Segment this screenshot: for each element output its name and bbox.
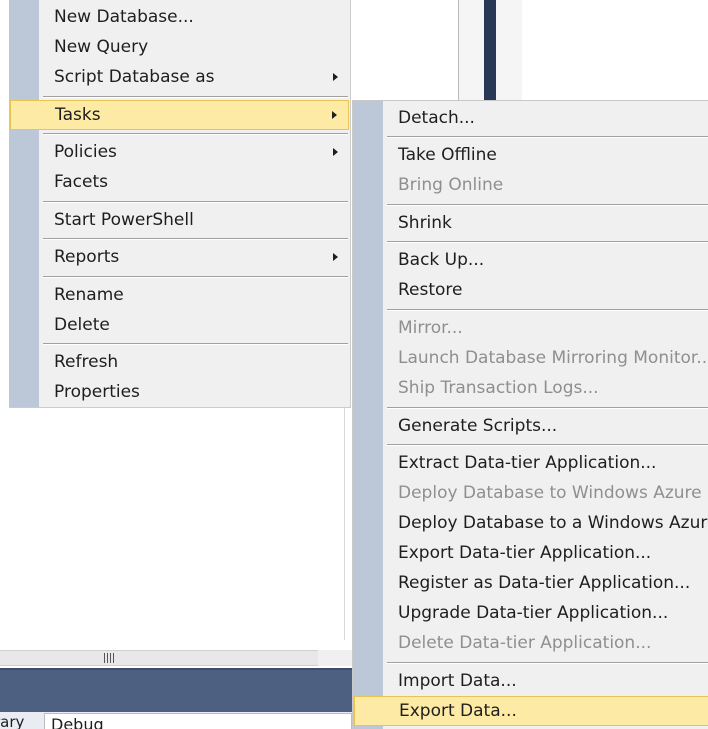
menu-item-tasks[interactable]: Tasks <box>10 100 349 130</box>
menu-item-label: Register as Data-tier Application... <box>398 573 691 593</box>
menu-separator <box>43 201 348 203</box>
menu-item-label: Script Database as <box>54 67 215 87</box>
menu-item-label: Export Data... <box>399 701 517 721</box>
menu-item-label: Back Up... <box>398 250 485 270</box>
menu-separator <box>43 343 348 345</box>
menu-item-label: Ship Transaction Logs... <box>398 378 599 398</box>
object-explorer-tree <box>0 408 352 650</box>
submenu-item-shrink[interactable]: Shrink <box>353 208 708 238</box>
menu-item-policies[interactable]: Policies <box>9 137 350 167</box>
menu-separator <box>387 444 708 446</box>
tree-pane-border <box>344 408 345 640</box>
submenu-item-detach[interactable]: Detach... <box>353 103 708 133</box>
menu-item-properties[interactable]: Properties <box>9 377 350 407</box>
menu-item-label: Generate Scripts... <box>398 416 558 436</box>
menu-separator <box>387 136 708 138</box>
properties-row-label: rary <box>0 713 25 729</box>
menu-item-label: Delete <box>54 315 110 335</box>
submenu-item-generate-scripts[interactable]: Generate Scripts... <box>353 411 708 441</box>
horizontal-scrollbar[interactable] <box>0 650 318 666</box>
menu-item-label: Tasks <box>55 105 101 125</box>
menu-separator <box>387 241 708 243</box>
menu-item-label: Deploy Database to Windows Azure SQL Dat… <box>398 483 708 503</box>
menu-item-label: Upgrade Data-tier Application... <box>398 603 669 623</box>
vertical-tab-strip <box>484 0 496 100</box>
menu-separator <box>43 238 348 240</box>
submenu-item-register-data-tier[interactable]: Register as Data-tier Application... <box>353 568 708 598</box>
menu-item-label: Detach... <box>398 108 475 128</box>
menu-separator <box>43 133 348 135</box>
menu-item-label: Bring Online <box>398 175 504 195</box>
menu-item-refresh[interactable]: Refresh <box>9 347 350 377</box>
menu-item-reports[interactable]: Reports <box>9 242 350 272</box>
menu-item-label: Launch Database Mirroring Monitor... <box>398 348 708 368</box>
submenu-item-ship-transaction-logs: Ship Transaction Logs... <box>353 373 708 403</box>
database-context-menu: New Database... New Query Script Databas… <box>9 0 351 408</box>
submenu-item-export-data-tier[interactable]: Export Data-tier Application... <box>353 538 708 568</box>
menu-item-label: Facets <box>54 172 108 192</box>
submenu-item-deploy-azure-sql: Deploy Database to Windows Azure SQL Dat… <box>353 478 708 508</box>
document-area <box>522 0 708 100</box>
tasks-submenu: Detach... Take Offline Bring Online Shri… <box>352 100 708 729</box>
submenu-item-bring-online: Bring Online <box>353 170 708 200</box>
menu-item-label: Properties <box>54 382 140 402</box>
menu-item-label: New Query <box>54 37 149 57</box>
menu-item-label: Extract Data-tier Application... <box>398 453 657 473</box>
menu-item-label: New Database... <box>54 7 194 27</box>
menu-item-label: Delete Data-tier Application... <box>398 633 652 653</box>
submenu-arrow-icon <box>333 148 338 156</box>
menu-item-label: Deploy Database to a Windows Azure VM... <box>398 513 708 533</box>
menu-item-label: Rename <box>54 285 124 305</box>
submenu-item-import-data[interactable]: Import Data... <box>353 666 708 696</box>
submenu-item-deploy-azure-vm[interactable]: Deploy Database to a Windows Azure VM... <box>353 508 708 538</box>
menu-item-label: Import Data... <box>398 671 517 691</box>
ssms-window: rary Debug New Database... New Query Scr… <box>0 0 708 729</box>
submenu-arrow-icon <box>333 253 338 261</box>
menu-item-label: Shrink <box>398 213 452 233</box>
menu-item-delete[interactable]: Delete <box>9 310 350 340</box>
submenu-item-restore[interactable]: Restore <box>353 275 708 305</box>
submenu-item-extract-data-tier[interactable]: Extract Data-tier Application... <box>353 448 708 478</box>
menu-item-new-database[interactable]: New Database... <box>9 2 350 32</box>
menu-separator <box>387 662 708 664</box>
submenu-arrow-icon <box>333 73 338 81</box>
properties-combo-value: Debug <box>51 715 104 729</box>
menu-item-label: Take Offline <box>398 145 497 165</box>
menu-item-label: Reports <box>54 247 120 267</box>
menu-item-facets[interactable]: Facets <box>9 167 350 197</box>
properties-title-bar <box>0 668 352 712</box>
menu-separator <box>387 204 708 206</box>
submenu-item-delete-data-tier: Delete Data-tier Application... <box>353 628 708 658</box>
menu-item-new-query[interactable]: New Query <box>9 32 350 62</box>
submenu-item-back-up[interactable]: Back Up... <box>353 245 708 275</box>
submenu-item-export-data[interactable]: Export Data... <box>354 696 708 726</box>
menu-item-label: Refresh <box>54 352 119 372</box>
menu-item-rename[interactable]: Rename <box>9 280 350 310</box>
submenu-item-launch-mirroring-monitor: Launch Database Mirroring Monitor... <box>353 343 708 373</box>
submenu-arrow-icon <box>332 111 337 119</box>
submenu-item-upgrade-data-tier[interactable]: Upgrade Data-tier Application... <box>353 598 708 628</box>
menu-item-start-powershell[interactable]: Start PowerShell <box>9 205 350 235</box>
menu-separator <box>387 407 708 409</box>
submenu-item-mirror: Mirror... <box>353 313 708 343</box>
menu-item-label: Policies <box>54 142 117 162</box>
menu-item-label: Mirror... <box>398 318 463 338</box>
menu-item-label: Export Data-tier Application... <box>398 543 652 563</box>
menu-separator <box>43 276 348 278</box>
properties-combo[interactable]: Debug <box>44 713 352 729</box>
scrollbar-corner <box>318 650 352 666</box>
menu-separator <box>387 309 708 311</box>
pane-divider <box>458 0 459 100</box>
submenu-item-take-offline[interactable]: Take Offline <box>353 140 708 170</box>
properties-row: rary Debug <box>0 712 352 729</box>
menu-item-label: Restore <box>398 280 463 300</box>
menu-item-script-database-as[interactable]: Script Database as <box>9 62 350 92</box>
scrollbar-grip-icon[interactable] <box>104 653 116 663</box>
menu-item-label: Start PowerShell <box>54 210 194 230</box>
menu-separator <box>43 96 348 98</box>
